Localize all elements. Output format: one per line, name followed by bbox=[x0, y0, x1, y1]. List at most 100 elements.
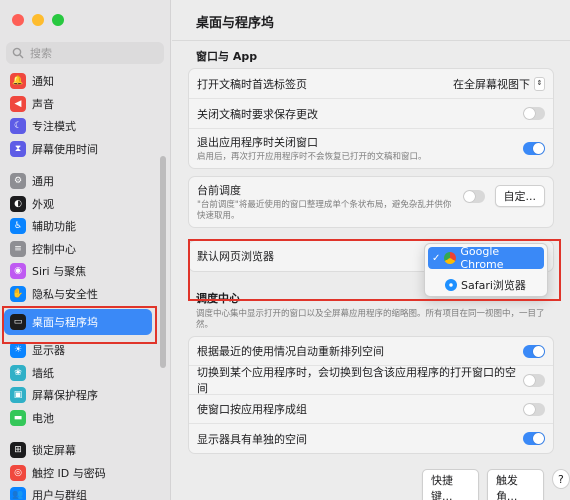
ask-save-label: 关闭文稿时要求保存更改 bbox=[197, 107, 318, 121]
sidebar-item-label: 触控 ID 与密码 bbox=[32, 466, 106, 480]
sidebar-item[interactable]: 🔔 通知 bbox=[0, 70, 160, 93]
mission-control-description: 调度中心集中显示打开的窗口以及全屏幕应用程序的缩略图。所有项目在同一视图中，一目… bbox=[196, 309, 545, 331]
sidebar-item[interactable]: ◉ Siri 与聚焦 bbox=[0, 260, 160, 283]
switch-space-row: 切换到某个应用程序时，会切换到包含该应用程序的打开窗口的空间 bbox=[189, 366, 553, 395]
gear-icon: ⚙ bbox=[10, 173, 26, 190]
sidebar-item-label: 显示器 bbox=[32, 344, 65, 358]
sidebar-item[interactable]: ▣ 屏幕保护程序 bbox=[0, 384, 160, 407]
sidebar-item[interactable]: ▭ 桌面与程序坞 bbox=[4, 309, 152, 335]
sidebar: 搜索 🔔 通知 ◀ 声音 ☾ 专注模式 ⧗ 屏幕使用时间 ⚙ 通用 ◐ 外观 ♿ 辅助功能 ≡ 控制中心 ◉ Si… bbox=[0, 0, 171, 500]
fingerprint-icon: ◎ bbox=[10, 464, 26, 481]
sidebar-scrollbar[interactable] bbox=[160, 156, 166, 368]
separate-spaces-row: 显示器具有单独的空间 bbox=[189, 424, 553, 453]
accessibility-icon: ♿ bbox=[10, 218, 26, 235]
browser-option-chrome[interactable]: ✓ Google Chrome bbox=[428, 245, 544, 271]
sidebar-item[interactable]: ◀ 声音 bbox=[0, 93, 160, 116]
zoom-window-button[interactable] bbox=[52, 14, 64, 26]
updown-chevron-icon: ⇕ bbox=[534, 76, 545, 91]
sidebar-item[interactable]: ✋ 隐私与安全性 bbox=[0, 283, 160, 306]
sidebar-item-label: 用户与群组 bbox=[32, 489, 87, 500]
sidebar-item-label: 电池 bbox=[32, 411, 54, 425]
sidebar-item[interactable]: ◐ 外观 bbox=[0, 193, 160, 216]
dock-icon: ▭ bbox=[10, 314, 26, 330]
control-center-icon: ≡ bbox=[10, 240, 26, 257]
sidebar-item-label: 屏幕使用时间 bbox=[32, 142, 98, 156]
prefer-tabs-value: 在全屏幕视图下 bbox=[453, 77, 530, 91]
screensaver-icon: ▣ bbox=[10, 387, 26, 404]
hot-corners-button[interactable]: 触发角... bbox=[486, 469, 544, 500]
page-title: 桌面与程序坞 bbox=[196, 16, 275, 31]
shortcuts-button[interactable]: 快捷键... bbox=[422, 469, 479, 500]
sidebar-item[interactable]: ▬ 电池 bbox=[0, 407, 160, 430]
moon-icon: ☾ bbox=[10, 118, 26, 135]
sidebar-item[interactable]: ☾ 专注模式 bbox=[0, 115, 160, 138]
sidebar-item-label: 外观 bbox=[32, 197, 54, 211]
sidebar-item[interactable]: ◎ 触控 ID 与密码 bbox=[0, 462, 160, 485]
minimize-window-button[interactable] bbox=[32, 14, 44, 26]
wallpaper-icon: ❀ bbox=[10, 364, 26, 381]
appearance-icon: ◐ bbox=[10, 195, 26, 212]
siri-icon: ◉ bbox=[10, 263, 26, 280]
windows-card: 打开文稿时首选标签页 在全屏幕视图下 ⇕ 关闭文稿时要求保存更改 退出应用程序时… bbox=[188, 68, 554, 169]
sidebar-item[interactable]: ≡ 控制中心 bbox=[0, 238, 160, 261]
checkmark-icon: ✓ bbox=[432, 252, 441, 264]
sidebar-item[interactable]: 👥 用户与群组 bbox=[0, 484, 160, 500]
sidebar-item-label: 锁定屏幕 bbox=[32, 444, 76, 458]
close-windows-label: 退出应用程序时关闭窗口 bbox=[197, 135, 318, 149]
browser-option-label: Safari浏览器 bbox=[461, 279, 526, 292]
sidebar-item-label: 墙纸 bbox=[32, 366, 54, 380]
prefer-tabs-row: 打开文稿时首选标签页 在全屏幕视图下 ⇕ bbox=[189, 69, 553, 99]
sidebar-item-label: 桌面与程序坞 bbox=[32, 316, 98, 329]
sidebar-item[interactable]: ❀ 墙纸 bbox=[0, 362, 160, 385]
prefer-tabs-popup[interactable]: 在全屏幕视图下 ⇕ bbox=[453, 76, 545, 92]
stage-manager-description: "台前调度"将最近使用的窗口整理成单个条状布局，避免杂乱并供你快速取用。 bbox=[197, 199, 452, 221]
auto-rearrange-toggle[interactable] bbox=[523, 344, 545, 358]
sidebar-item-label: 通用 bbox=[32, 175, 54, 189]
stage-manager-row: 台前调度 "台前调度"将最近使用的窗口整理成单个条状布局，避免杂乱并供你快速取用… bbox=[189, 177, 553, 227]
sidebar-item-label: 辅助功能 bbox=[32, 220, 76, 234]
close-window-button[interactable] bbox=[12, 14, 24, 26]
auto-rearrange-label: 根据最近的使用情况自动重新排列空间 bbox=[197, 345, 384, 358]
browser-option-safari[interactable]: Safari浏览器 bbox=[428, 274, 544, 296]
ask-save-toggle[interactable] bbox=[523, 107, 545, 120]
bell-icon: 🔔 bbox=[10, 73, 26, 90]
browser-option-label: Google Chrome bbox=[460, 245, 504, 271]
safari-icon bbox=[445, 279, 457, 291]
window-controls bbox=[12, 14, 64, 26]
help-button[interactable]: ? bbox=[551, 469, 570, 489]
search-input[interactable]: 搜索 bbox=[6, 42, 164, 64]
sidebar-item[interactable]: ♿ 辅助功能 bbox=[0, 215, 160, 238]
group-windows-row: 使窗口按应用程序成组 bbox=[189, 395, 553, 424]
mission-control-card: 根据最近的使用情况自动重新排列空间 切换到某个应用程序时，会切换到包含该应用程序… bbox=[188, 336, 554, 454]
chrome-icon bbox=[444, 252, 457, 264]
sidebar-item[interactable]: ⚙ 通用 bbox=[0, 170, 160, 193]
separate-spaces-label: 显示器具有单独的空间 bbox=[197, 432, 307, 446]
group-windows-label: 使窗口按应用程序成组 bbox=[197, 403, 307, 416]
group-windows-toggle[interactable] bbox=[523, 402, 545, 416]
search-placeholder: 搜索 bbox=[30, 47, 52, 60]
stage-manager-card: 台前调度 "台前调度"将最近使用的窗口整理成单个条状布局，避免杂乱并供你快速取用… bbox=[188, 176, 554, 228]
sidebar-item-label: 通知 bbox=[32, 75, 54, 89]
sidebar-item[interactable]: ⊞ 锁定屏幕 bbox=[0, 439, 160, 462]
separate-spaces-toggle[interactable] bbox=[523, 432, 545, 445]
stage-manager-toggle[interactable] bbox=[462, 189, 485, 203]
sidebar-item-label: 声音 bbox=[32, 97, 54, 111]
stage-manager-label: 台前调度 bbox=[197, 183, 241, 197]
stage-manager-customize-button[interactable]: 自定... bbox=[494, 185, 545, 207]
lock-icon: ⊞ bbox=[10, 442, 26, 459]
display-icon: ☀ bbox=[10, 342, 26, 359]
battery-icon: ▬ bbox=[10, 409, 26, 426]
speaker-icon: ◀ bbox=[10, 95, 26, 112]
sidebar-item-label: 控制中心 bbox=[32, 242, 76, 256]
switch-space-toggle[interactable] bbox=[523, 373, 545, 387]
sidebar-item[interactable]: ☀ 显示器 bbox=[0, 339, 160, 362]
sidebar-item-label: Siri 与聚焦 bbox=[32, 265, 87, 279]
prefer-tabs-label: 打开文稿时首选标签页 bbox=[197, 77, 307, 91]
bottom-buttons: 快捷键... 触发角... ? bbox=[422, 469, 570, 500]
close-windows-toggle[interactable] bbox=[523, 142, 545, 155]
section-heading-windows: 窗口与 App bbox=[196, 50, 258, 63]
auto-rearrange-row: 根据最近的使用情况自动重新排列空间 bbox=[189, 337, 553, 366]
sidebar-item[interactable]: ⧗ 屏幕使用时间 bbox=[0, 138, 160, 161]
